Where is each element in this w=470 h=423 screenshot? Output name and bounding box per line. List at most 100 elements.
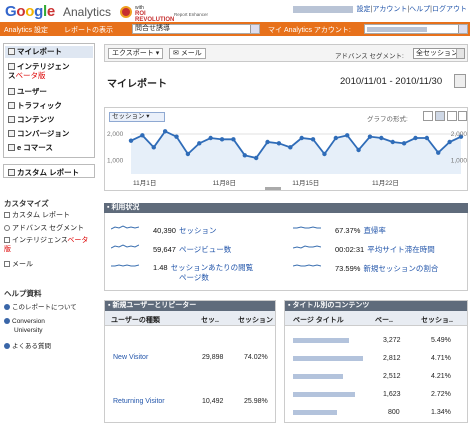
data-point bbox=[299, 135, 304, 141]
segment-label: アドバンス セグメント: bbox=[335, 53, 404, 60]
x-tick-label: 11月8日 bbox=[213, 179, 236, 187]
help-item-label: よくある質問 bbox=[12, 343, 51, 350]
sidebar-item-ecommerce[interactable]: e コマース bbox=[8, 142, 53, 153]
email-button[interactable]: ✉ メール bbox=[169, 48, 206, 59]
roi-revolution-logo: with ROI REVOLUTION bbox=[135, 5, 174, 23]
column-header[interactable]: セッ.. bbox=[201, 315, 219, 325]
graph-mode-month-button[interactable] bbox=[447, 111, 457, 121]
help-faq-link[interactable]: よくある質問 bbox=[4, 340, 51, 350]
x-tick-label: 11月22日 bbox=[372, 179, 399, 187]
series-area bbox=[131, 131, 461, 174]
help-link[interactable]: ヘルプ bbox=[409, 6, 430, 13]
metric-value: セッション bbox=[112, 113, 145, 120]
visitors-table-title: 新規ユーザーとリピーター bbox=[112, 302, 197, 309]
content-table: ▪ タイトル別のコンテンツ ページ タイトル ペー.. セッショ.. 3,272… bbox=[284, 300, 468, 423]
graph-mode-week-button[interactable] bbox=[435, 111, 445, 121]
stat-label[interactable]: ページビュー数 bbox=[179, 245, 231, 254]
stat-label[interactable]: 直帰率 bbox=[363, 226, 386, 235]
beta-badge: ベータ bbox=[67, 237, 89, 244]
sidebar-item-label: ユーザー bbox=[17, 87, 47, 96]
metric-select[interactable]: セッション ▾ bbox=[109, 112, 165, 122]
sidebar-item-conversion[interactable]: コンバージョン bbox=[8, 128, 69, 139]
beta-badge-cont: 版 bbox=[4, 246, 11, 253]
sparkline bbox=[293, 264, 321, 267]
sidebar-item-traffic[interactable]: トラフィック bbox=[8, 100, 62, 111]
redacted-text bbox=[293, 356, 363, 361]
visitors-table-heading: ▪ 新規ユーザーとリピーター bbox=[105, 301, 275, 311]
my-account-label: マイ Analytics アカウント: bbox=[268, 27, 351, 34]
sidebar-item-intelligence[interactable]: インテリジェン スベータ版 bbox=[8, 62, 70, 80]
column-header[interactable]: セッショ.. bbox=[421, 315, 453, 325]
summary-panel: 40,390 セッション 67.37% 直帰率 59,647 ページビュー数 00:0… bbox=[104, 213, 468, 291]
sparkline bbox=[293, 245, 321, 249]
account-select[interactable] bbox=[364, 24, 468, 34]
page-title: マイレポート bbox=[107, 79, 167, 90]
summary-heading: ▪ 利用状況 bbox=[104, 203, 468, 213]
stat-label[interactable]: セッションあたりの閲覧 bbox=[171, 263, 254, 272]
settings-link[interactable]: 設定 bbox=[357, 6, 371, 13]
help-icon bbox=[4, 304, 10, 310]
data-point bbox=[162, 129, 168, 134]
my-report-icon bbox=[8, 48, 15, 55]
report-nav: マイレポート インテリジェン スベータ版 ユーザー トラフィック コンテンツ コン… bbox=[3, 43, 95, 158]
data-point bbox=[436, 150, 441, 155]
help-conversion-university-link[interactable]: Conversion University bbox=[4, 317, 45, 335]
graph-mode-compare-button[interactable] bbox=[458, 111, 467, 121]
account-link[interactable]: アカウント bbox=[372, 6, 407, 13]
logout-link[interactable]: ログアウト bbox=[432, 6, 467, 13]
redacted-text bbox=[293, 392, 355, 397]
pct-cell: 4.71% bbox=[431, 355, 451, 362]
sidebar-item-users[interactable]: ユーザー bbox=[8, 86, 47, 97]
data-point bbox=[128, 138, 134, 143]
graph-mode-day-button[interactable] bbox=[423, 111, 433, 121]
data-point bbox=[413, 135, 418, 141]
sparkline bbox=[111, 225, 139, 230]
google-logo[interactable]: Google bbox=[5, 3, 55, 20]
visitor-type-link[interactable]: New Visitor bbox=[113, 354, 148, 361]
sidebar-item-content[interactable]: コンテンツ bbox=[8, 114, 55, 125]
sidebar-item-label: マイレポート bbox=[17, 47, 62, 56]
stat-label[interactable]: セッション bbox=[179, 226, 217, 235]
custom-report-icon bbox=[8, 169, 15, 176]
analytics-settings-link[interactable]: Analytics 設定 bbox=[4, 25, 48, 35]
pageviews-cell: 1,623 bbox=[383, 391, 401, 398]
stat-label-cont[interactable]: ページ数 bbox=[179, 273, 209, 282]
sparkline bbox=[293, 226, 321, 229]
column-header[interactable]: ユーザーの種類 bbox=[111, 315, 160, 325]
data-point bbox=[424, 135, 430, 141]
chevron-down-icon bbox=[250, 25, 259, 33]
column-header[interactable]: セッション bbox=[238, 315, 273, 325]
data-point bbox=[276, 141, 282, 146]
report-profile-select[interactable]: 問合せ誘導 bbox=[132, 24, 260, 34]
sidebar-item-custom-reports[interactable]: カスタム レポート bbox=[3, 164, 95, 178]
column-header[interactable]: ページ タイトル bbox=[293, 315, 344, 325]
date-range[interactable]: 2010/11/01 - 2010/11/30 bbox=[340, 76, 442, 87]
chevron-down-icon bbox=[456, 49, 464, 58]
segment-select[interactable]: 全セッション bbox=[413, 48, 465, 59]
stat-bounce-rate: 67.37% 直帰率 bbox=[335, 225, 386, 236]
sidebar-item-my-report[interactable]: マイレポート bbox=[5, 46, 93, 58]
sessions-cell: 29,898 bbox=[202, 354, 224, 361]
user-email-redacted bbox=[292, 5, 353, 13]
column-header[interactable]: ペー.. bbox=[375, 315, 393, 325]
data-point bbox=[253, 155, 259, 161]
export-button[interactable]: エクスポート ▾ bbox=[108, 48, 164, 59]
help-about-report-link[interactable]: このレポートについて bbox=[4, 301, 77, 311]
stat-label[interactable]: 平均サイト滞在時間 bbox=[367, 245, 435, 254]
customize-intelligence-link[interactable]: インテリジェンスベータ版 bbox=[4, 236, 88, 254]
stat-value: 59,647 bbox=[153, 245, 176, 254]
customize-advanced-segment-link[interactable]: アドバンス セグメント bbox=[4, 223, 84, 233]
y-tick-label: 2,000 bbox=[451, 131, 468, 138]
redacted-text bbox=[293, 374, 343, 379]
visitor-type-link[interactable]: Returning Visitor bbox=[113, 398, 165, 405]
visitors-table: ▪ 新規ユーザーとリピーター ユーザーの種類 セッ.. セッション New Vi… bbox=[104, 300, 276, 423]
stat-pageviews: 59,647 ページビュー数 bbox=[153, 244, 231, 255]
customize-custom-report-link[interactable]: カスタム レポート bbox=[4, 210, 70, 220]
data-point bbox=[390, 139, 395, 145]
sessions-cell: 10,492 bbox=[202, 398, 224, 405]
date-picker-toggle[interactable] bbox=[454, 74, 466, 88]
stat-pages-per-session: 1.48 セッションあたりの閲覧 ページ数 bbox=[153, 263, 253, 283]
customize-email-link[interactable]: メール bbox=[4, 259, 33, 269]
stat-label[interactable]: 新規セッションの割合 bbox=[363, 264, 438, 273]
pct-cell: 25.98% bbox=[244, 398, 268, 405]
